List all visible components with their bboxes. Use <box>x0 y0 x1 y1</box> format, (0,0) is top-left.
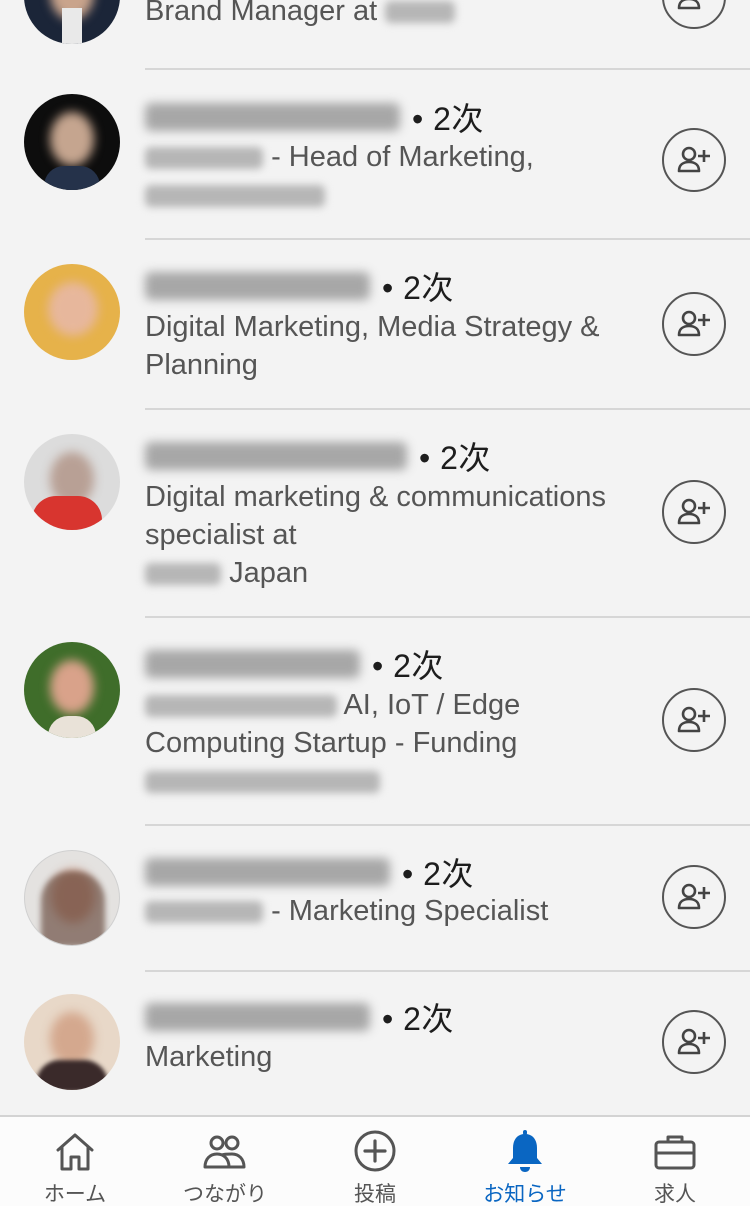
tab-label: つながり <box>183 1183 267 1206</box>
avatar[interactable] <box>24 850 120 946</box>
name-line[interactable]: • 2次 <box>145 436 491 476</box>
headline-text-2: Japan <box>229 557 309 589</box>
connection-degree: • 2次 <box>372 648 444 684</box>
add-person-icon <box>677 1028 710 1055</box>
headline: Marketing <box>145 1038 645 1076</box>
add-person-icon <box>677 0 701 10</box>
headline-text: Digital marketing & communications speci… <box>145 481 606 551</box>
blurred-company <box>145 901 263 924</box>
list-item[interactable]: • 2次 - Marketing Specialist <box>0 826 750 971</box>
add-person-icon <box>677 883 710 910</box>
connect-button[interactable] <box>662 0 726 29</box>
blurred-name <box>145 650 360 678</box>
tab-label: お知らせ <box>483 1183 567 1206</box>
blurred-name <box>145 442 407 470</box>
tab-label: ホーム <box>43 1183 107 1206</box>
connection-degree: • 2次 <box>382 270 454 306</box>
name-line[interactable]: • 2次 <box>145 997 454 1037</box>
headline: - Head of Marketing, <box>145 138 645 214</box>
blurred-text <box>145 771 380 794</box>
post-plus-icon <box>354 1130 396 1172</box>
connect-button[interactable] <box>662 865 726 929</box>
people-icon <box>203 1135 246 1169</box>
headline: Digital Marketing, Media Strategy & Plan… <box>145 308 645 384</box>
avatar[interactable] <box>24 642 120 738</box>
name-line[interactable]: • 2次 <box>145 852 474 892</box>
list-item[interactable]: • 2次 Marketing <box>0 972 750 1115</box>
tab-notifications[interactable]: お知らせ <box>450 1117 600 1206</box>
headline-text: Marketing <box>145 1041 273 1073</box>
blurred-company <box>145 563 221 586</box>
add-person-icon <box>677 498 710 525</box>
headline: - Marketing Specialist <box>145 892 645 930</box>
avatar[interactable] <box>24 994 120 1090</box>
tab-network[interactable]: つながり <box>150 1117 300 1206</box>
blurred-company <box>145 695 337 718</box>
list-item[interactable]: • 2次 Digital marketing & communications … <box>0 410 750 617</box>
connect-button[interactable] <box>662 128 726 192</box>
bell-icon <box>508 1130 542 1172</box>
connection-degree: • 2次 <box>382 1001 454 1037</box>
tab-label: 求人 <box>654 1183 696 1206</box>
headline: AI, IoT / Edge Computing Startup - Fundi… <box>145 686 645 800</box>
list-item[interactable]: • 2次 AI, IoT / Edge Computing Startup - … <box>0 618 750 825</box>
connection-degree: • 2次 <box>419 440 491 476</box>
avatar[interactable] <box>24 264 120 360</box>
name-line[interactable]: • 2次 <box>145 644 444 684</box>
avatar[interactable] <box>24 94 120 190</box>
connect-button[interactable] <box>662 1010 726 1074</box>
avatar[interactable] <box>24 434 120 530</box>
tab-home[interactable]: ホーム <box>0 1117 150 1206</box>
home-icon <box>56 1133 94 1171</box>
people-you-may-know-list: Brand Manager at • 2次 - Head of Marketin… <box>0 0 750 1115</box>
briefcase-icon <box>654 1135 696 1170</box>
connect-button[interactable] <box>662 480 726 544</box>
list-item[interactable]: Brand Manager at <box>0 0 750 69</box>
headline-text: - Head of Marketing, <box>271 141 534 173</box>
add-person-icon <box>677 706 710 733</box>
tab-label: 投稿 <box>354 1183 396 1206</box>
connection-degree: • 2次 <box>412 101 484 137</box>
list-item[interactable]: • 2次 - Head of Marketing, <box>0 70 750 239</box>
blurred-text <box>145 185 325 208</box>
avatar[interactable] <box>24 0 120 44</box>
headline-text: - Marketing Specialist <box>271 895 549 927</box>
connect-button[interactable] <box>662 292 726 356</box>
headline: Digital marketing & communications speci… <box>145 478 645 592</box>
headline-text: Brand Manager at <box>145 0 378 27</box>
headline: Brand Manager at <box>145 0 645 30</box>
name-line[interactable]: • 2次 <box>145 266 454 306</box>
name-line[interactable]: • 2次 <box>145 97 484 137</box>
blurred-name <box>145 1003 370 1031</box>
blurred-name <box>145 103 400 131</box>
connection-degree: • 2次 <box>402 856 474 892</box>
list-item[interactable]: • 2次 Digital Marketing, Media Strategy &… <box>0 240 750 409</box>
add-person-icon <box>677 146 710 173</box>
blurred-company <box>385 1 456 24</box>
headline-text: Digital Marketing, Media Strategy & Plan… <box>145 311 600 381</box>
blurred-name <box>145 858 390 886</box>
tab-jobs[interactable]: 求人 <box>600 1117 750 1206</box>
blurred-company <box>145 147 263 170</box>
connect-button[interactable] <box>662 688 726 752</box>
add-person-icon <box>677 310 710 337</box>
blurred-name <box>145 272 370 300</box>
tab-post[interactable]: 投稿 <box>300 1117 450 1206</box>
bottom-tab-bar: ホーム つながり 投稿 お知らせ 求人 <box>0 1115 750 1206</box>
